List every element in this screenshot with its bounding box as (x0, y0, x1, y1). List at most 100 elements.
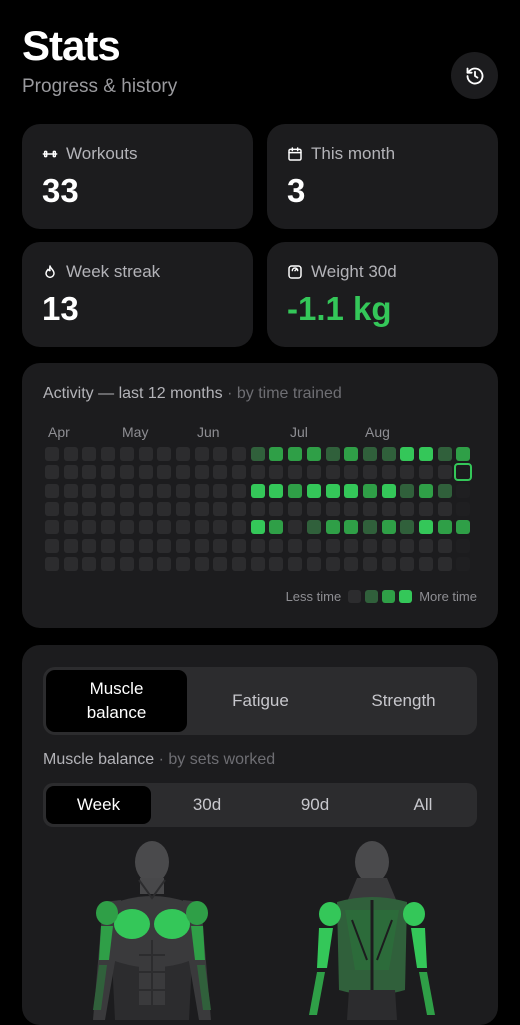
activity-cell (400, 465, 415, 480)
activity-cell (101, 447, 116, 461)
range-90d[interactable]: 90d (261, 783, 369, 827)
activity-cell (381, 465, 396, 480)
activity-subtitle: · by time trained (227, 385, 342, 402)
history-icon (466, 67, 483, 84)
activity-cell (437, 520, 452, 535)
activity-card: Activity — last 12 months · by time trai… (22, 363, 498, 628)
tab-muscle-balance[interactable]: Muscle balance (46, 670, 187, 732)
activity-cell (344, 465, 359, 480)
activity-cell (419, 483, 433, 498)
activity-cell (101, 538, 116, 553)
activity-cell (456, 447, 471, 461)
activity-cell (288, 556, 303, 571)
muscle-card: Muscle balance Fatigue Strength Muscle b… (22, 645, 498, 1025)
range-week[interactable]: Week (46, 786, 151, 824)
page-title: Stats (22, 22, 121, 69)
activity-cell (232, 556, 246, 571)
activity-cell (101, 465, 116, 480)
activity-cell (344, 556, 359, 571)
activity-cell (194, 520, 209, 535)
tab-strength[interactable]: Strength (332, 667, 475, 735)
month-label: Jun (197, 424, 220, 440)
dumbbell-icon (42, 150, 58, 158)
stat-card-weight: Weight 30d -1.1 kg (267, 242, 498, 347)
activity-cell (138, 556, 153, 571)
activity-cell (213, 447, 228, 461)
activity-cell (325, 501, 340, 516)
activity-cell (157, 447, 172, 461)
tab-fatigue[interactable]: Fatigue (189, 667, 332, 735)
legend-swatch (399, 590, 413, 603)
activity-cell (194, 538, 209, 553)
activity-cell (381, 556, 396, 571)
activity-cell (306, 465, 321, 480)
activity-cell (63, 465, 78, 480)
legend-swatch (348, 590, 362, 603)
activity-cell (213, 556, 228, 571)
flame-icon (45, 265, 55, 279)
legend-swatch (365, 590, 379, 603)
activity-cell (157, 556, 172, 571)
activity-cell (269, 465, 284, 480)
activity-cell (175, 483, 190, 498)
activity-cell (306, 556, 321, 571)
activity-cell (63, 538, 78, 553)
activity-cell (119, 538, 134, 553)
activity-cell (82, 465, 97, 480)
activity-cell (381, 520, 396, 535)
activity-cell (213, 520, 228, 535)
muscle-balance-title: Muscle balance (43, 751, 155, 768)
activity-cell (400, 447, 415, 461)
activity-cell (400, 501, 415, 516)
activity-cell (362, 483, 377, 498)
stat-card-this-month: This month 3 (267, 124, 498, 229)
stat-label: Weight 30d (311, 262, 397, 281)
stat-value: 33 (42, 172, 79, 209)
stat-card-workouts: Workouts 33 (22, 124, 253, 229)
activity-cell (437, 538, 452, 553)
stat-value: 13 (42, 290, 79, 327)
activity-cell (456, 538, 471, 553)
activity-cell (138, 501, 153, 516)
page-subtitle: Progress & history (22, 76, 178, 97)
activity-cell (232, 520, 246, 535)
activity-cell (82, 538, 97, 553)
activity-cell (45, 520, 59, 535)
activity-cell (288, 483, 303, 498)
activity-cell (45, 538, 59, 553)
activity-cell (400, 520, 415, 535)
activity-cell (419, 520, 433, 535)
legend-more: More time (419, 589, 477, 604)
activity-cell (194, 465, 209, 480)
range-all[interactable]: All (369, 783, 477, 827)
activity-cell (250, 483, 265, 498)
activity-cell (325, 556, 340, 571)
month-label: Aug (365, 424, 390, 440)
activity-cell (325, 483, 340, 498)
activity-cell (213, 538, 228, 553)
activity-cell (288, 447, 303, 461)
scale-icon (288, 265, 302, 279)
activity-cell (437, 447, 452, 461)
activity-cell (419, 556, 433, 571)
activity-cell (250, 538, 265, 553)
activity-cell (288, 465, 303, 480)
range-30d[interactable]: 30d (153, 783, 261, 827)
activity-cell (82, 501, 97, 516)
history-button[interactable] (451, 52, 498, 99)
muscle-tab-bar: Muscle balance Fatigue Strength (43, 667, 477, 735)
activity-legend: Less time More time (286, 589, 477, 604)
activity-cell (101, 520, 116, 535)
activity-cell (400, 556, 415, 571)
activity-cell (194, 501, 209, 516)
activity-cell (213, 501, 228, 516)
stat-label: Workouts (66, 144, 138, 163)
activity-cell (288, 520, 303, 535)
activity-cell (325, 465, 340, 480)
legend-swatch (382, 590, 396, 603)
activity-cell (138, 520, 153, 535)
activity-cell (269, 538, 284, 553)
activity-cell (381, 501, 396, 516)
body-front-figure (93, 841, 211, 1020)
activity-cell (63, 501, 78, 516)
